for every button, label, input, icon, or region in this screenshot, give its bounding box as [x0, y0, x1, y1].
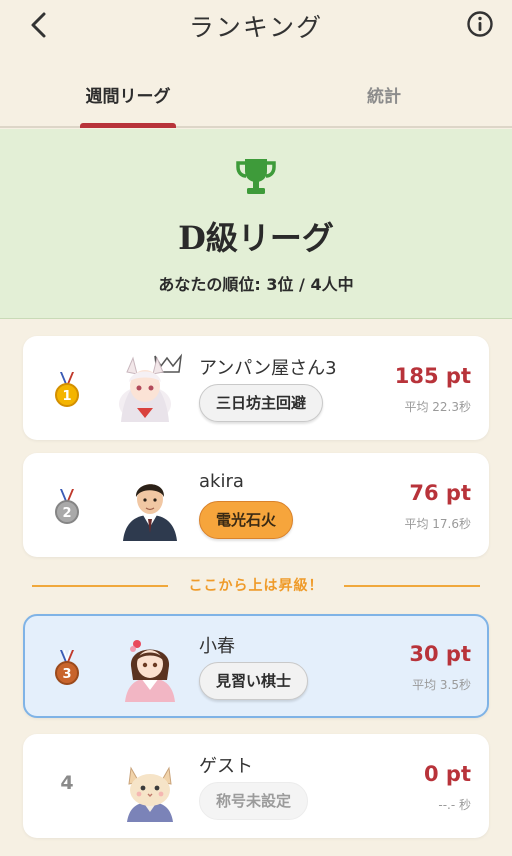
- promotion-text: ここから上は昇級！: [188, 578, 324, 594]
- league-name: D級リーグ: [178, 219, 334, 257]
- svg-text:2: 2: [62, 506, 71, 521]
- svg-text:3: 3: [62, 667, 71, 682]
- league-banner: D級リーグ あなたの順位: 3位 / 4人中: [0, 129, 512, 319]
- gold-medal-icon: 1: [55, 371, 79, 407]
- ranking-row[interactable]: 4 ゲスト 称号未設定 0 pt --.- 秒: [23, 734, 489, 838]
- tab-bar: 週間リーグ 統計: [0, 70, 512, 128]
- player-name: ゲスト: [199, 756, 253, 777]
- tab-statistics[interactable]: 統計: [324, 82, 444, 107]
- bronze-medal-icon: 3: [55, 649, 79, 685]
- ranking-row-current-user[interactable]: 3 小春 見習い棋士 30 pt 平均 3.5秒: [23, 614, 489, 718]
- ranking-row[interactable]: 2 akira 電光石火 76 pt 平均 17.6秒: [23, 453, 489, 557]
- player-points: 30 pt: [409, 642, 471, 666]
- player-title-badge: 三日坊主回避: [199, 384, 324, 422]
- active-tab-indicator: [80, 123, 176, 128]
- page-title: ランキング: [188, 13, 324, 42]
- player-average-time: --.- 秒: [438, 798, 471, 812]
- my-rank-text: あなたの順位: 3位 / 4人中: [158, 275, 354, 294]
- trophy-icon: [236, 159, 276, 194]
- info-button[interactable]: [466, 10, 494, 38]
- avatar: [115, 352, 185, 424]
- player-name: アンパン屋さん3: [199, 358, 337, 379]
- player-points: 185 pt: [394, 364, 471, 388]
- player-points: 76 pt: [409, 481, 471, 505]
- app-header: ランキング: [0, 0, 512, 52]
- player-name: akira: [199, 471, 244, 492]
- player-name: 小春: [199, 636, 235, 657]
- avatar: [115, 630, 185, 702]
- player-title-badge: 見習い棋士: [199, 662, 309, 700]
- avatar: [115, 469, 185, 541]
- player-average-time: 平均 17.6秒: [404, 517, 471, 531]
- ranking-row[interactable]: 1 アンパン屋さん3 三日坊主回避 185 pt 平均 22.3秒: [23, 336, 489, 440]
- tab-weekly-league[interactable]: 週間リーグ: [68, 82, 188, 107]
- player-average-time: 平均 3.5秒: [412, 678, 471, 692]
- avatar: [115, 750, 185, 822]
- player-title-badge: 称号未設定: [199, 782, 309, 820]
- rank-number: 4: [60, 772, 74, 794]
- info-icon: [467, 11, 493, 37]
- svg-text:1: 1: [62, 389, 71, 404]
- silver-medal-icon: 2: [55, 488, 79, 524]
- player-points: 0 pt: [424, 762, 471, 786]
- promotion-divider: ここから上は昇級！: [32, 575, 480, 597]
- player-average-time: 平均 22.3秒: [404, 400, 471, 414]
- player-title-badge: 電光石火: [199, 501, 294, 539]
